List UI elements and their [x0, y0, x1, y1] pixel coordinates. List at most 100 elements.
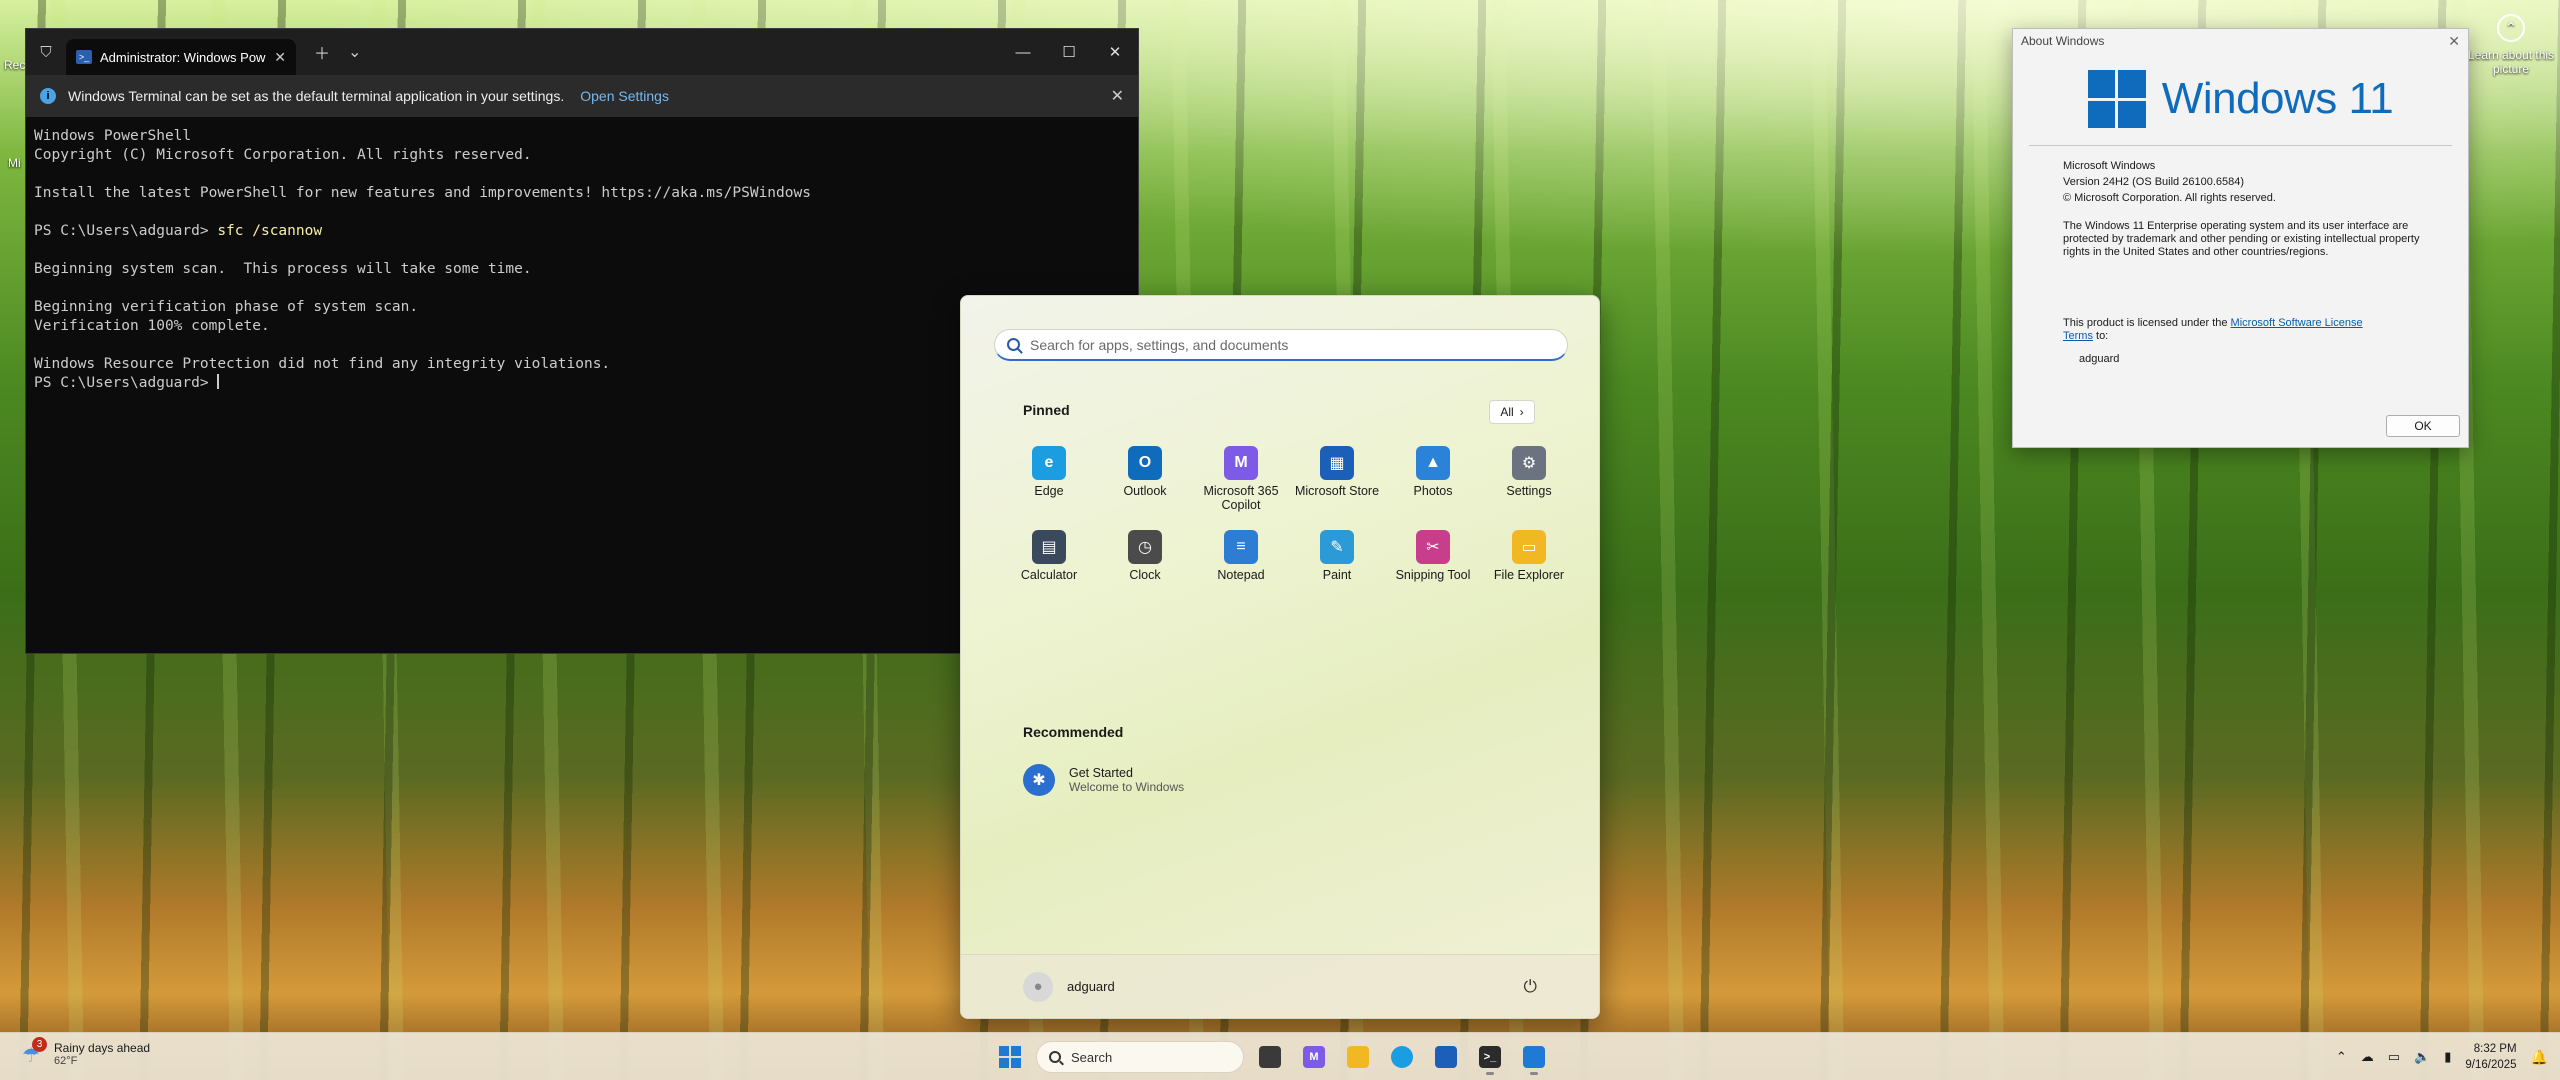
- info-icon: i: [40, 88, 56, 104]
- pinned-app-outlook[interactable]: O Outlook: [1097, 446, 1193, 518]
- taskbar-search-label: Search: [1071, 1049, 1113, 1065]
- search-icon: [1049, 1051, 1061, 1063]
- open-settings-link[interactable]: Open Settings: [580, 88, 669, 104]
- pinned-heading: Pinned: [1023, 402, 1070, 418]
- search-placeholder: Search for apps, settings, and documents: [1030, 336, 1289, 353]
- terminal-line: Copyright (C) Microsoft Corporation. All…: [34, 147, 532, 163]
- search-icon: [1007, 338, 1020, 351]
- maximize-button[interactable]: ☐: [1046, 29, 1092, 75]
- pinned-app-calculator[interactable]: ▤ Calculator: [1001, 530, 1097, 602]
- power-icon[interactable]: ⏻: [1524, 977, 1537, 997]
- taskbar-edge[interactable]: [1384, 1039, 1420, 1075]
- pinned-app-microsoft-store[interactable]: ▦ Microsoft Store: [1289, 446, 1385, 518]
- notification-bell-icon[interactable]: 🔔: [2531, 1049, 2548, 1066]
- about-titlebar[interactable]: About Windows ✕: [2013, 29, 2468, 53]
- pinned-app-snipping-tool[interactable]: ✂ Snipping Tool: [1385, 530, 1481, 602]
- notepad-icon: ≡: [1224, 530, 1258, 564]
- close-button[interactable]: ✕: [1092, 29, 1138, 75]
- rain-cloud-icon: ☂ 3: [22, 1037, 47, 1067]
- start-footer: ● adguard ⏻: [961, 954, 1599, 1018]
- version-text: Version 24H2 (OS Build 26100.6584): [2063, 176, 2245, 188]
- pinned-app-label: File Explorer: [1493, 568, 1565, 582]
- pinned-app-label: Photos: [1413, 484, 1453, 498]
- banner-text: Windows Terminal can be set as the defau…: [68, 88, 565, 104]
- minimize-button[interactable]: —: [1000, 29, 1046, 75]
- recommended-item-get-started[interactable]: ✱ Get Started Welcome to Windows: [1023, 764, 1184, 796]
- task-view-button[interactable]: [1252, 1039, 1288, 1075]
- terminal-icon: >_: [1479, 1046, 1501, 1068]
- task-view-icon: [1259, 1046, 1281, 1068]
- powershell-icon: >_: [76, 50, 92, 64]
- terminal-line: Install the latest PowerShell for new fe…: [34, 185, 811, 201]
- close-tab-icon[interactable]: ✕: [274, 49, 286, 66]
- outlook-icon: O: [1128, 446, 1162, 480]
- pinned-app-clock[interactable]: ◷ Clock: [1097, 530, 1193, 602]
- recommended-title: Get Started: [1069, 766, 1133, 780]
- windows-logo-text: Windows 11: [2161, 74, 2394, 123]
- pinned-app-label: Outlook: [1123, 484, 1167, 498]
- about-windows-dialog: About Windows ✕ Windows 11 Microsoft Win…: [2012, 28, 2469, 448]
- terminal-tab[interactable]: >_ Administrator: Windows PowerShell ✕: [66, 39, 296, 75]
- licensee-name: adguard: [2079, 353, 2120, 365]
- taskbar-search-box[interactable]: Search: [1036, 1041, 1244, 1073]
- pinned-app-photos[interactable]: ▲ Photos: [1385, 446, 1481, 518]
- recommended-subtitle: Welcome to Windows: [1069, 780, 1185, 794]
- user-name[interactable]: adguard: [1067, 979, 1115, 994]
- cloud-icon[interactable]: ☁: [2361, 1049, 2374, 1065]
- winver-icon: [1523, 1046, 1545, 1068]
- new-tab-button[interactable]: ＋: [314, 40, 330, 64]
- start-search-input[interactable]: Search for apps, settings, and documents: [994, 329, 1568, 361]
- weather-badge: 3: [32, 1037, 47, 1052]
- folder-icon: [1347, 1046, 1369, 1068]
- pinned-app-notepad[interactable]: ≡ Notepad: [1193, 530, 1289, 602]
- edge-icon: [1391, 1046, 1413, 1068]
- windows-logo-icon: [2087, 70, 2146, 128]
- taskbar-store[interactable]: [1428, 1039, 1464, 1075]
- chevron-down-icon[interactable]: ⌄: [348, 42, 361, 62]
- weather-widget[interactable]: ☂ 3 Rainy days ahead 62°F: [22, 1037, 150, 1067]
- file-explorer-icon: ▭: [1512, 530, 1546, 564]
- speaker-icon[interactable]: 🔈: [2414, 1049, 2430, 1065]
- pinned-app-file-explorer[interactable]: ▭ File Explorer: [1481, 530, 1577, 602]
- pinned-app-paint[interactable]: ✎ Paint: [1289, 530, 1385, 602]
- photos-icon: ▲: [1416, 446, 1450, 480]
- about-title: About Windows: [2021, 34, 2105, 48]
- taskbar-about-windows[interactable]: [1516, 1039, 1552, 1075]
- close-icon[interactable]: ✕: [2448, 33, 2460, 50]
- windows-start-icon: [999, 1046, 1021, 1068]
- store-icon: ▦: [1320, 446, 1354, 480]
- clock-time: 8:32 PM: [2473, 1043, 2517, 1055]
- taskbar-file-explorer[interactable]: [1340, 1039, 1376, 1075]
- battery-icon[interactable]: ▮: [2444, 1049, 2451, 1065]
- pinned-app-edge[interactable]: e Edge: [1001, 446, 1097, 518]
- network-icon[interactable]: ▭: [2388, 1049, 2400, 1065]
- taskbar-m365-copilot[interactable]: M: [1296, 1039, 1332, 1075]
- pinned-app-label: Settings: [1506, 484, 1552, 498]
- desktop-icon-recycle-bin[interactable]: Rec: [4, 58, 25, 72]
- terminal-titlebar[interactable]: ⛉ >_ Administrator: Windows PowerShell ✕…: [26, 29, 1138, 75]
- all-apps-label: All: [1500, 405, 1514, 419]
- terminal-line: Windows PowerShell: [34, 128, 192, 144]
- weather-temp: 62°F: [54, 1055, 78, 1067]
- pinned-app-settings[interactable]: ⚙ Settings: [1481, 446, 1577, 518]
- pinned-app-label: Paint: [1322, 568, 1352, 582]
- user-avatar-icon[interactable]: ●: [1023, 971, 1053, 1002]
- dismiss-banner-icon[interactable]: ✕: [1111, 86, 1124, 106]
- ok-button[interactable]: OK: [2386, 415, 2460, 437]
- taskbar-terminal[interactable]: >_: [1472, 1039, 1508, 1075]
- pinned-app-label: Clock: [1129, 568, 1161, 582]
- desktop-icon-microsoft-edge[interactable]: Mi: [8, 156, 21, 170]
- copyright-text: © Microsoft Corporation. All rights rese…: [2063, 192, 2276, 204]
- pinned-app-microsoft-365-copilot[interactable]: M Microsoft 365 Copilot: [1193, 446, 1289, 518]
- clock[interactable]: 8:32 PM 9/16/2025: [2465, 1041, 2516, 1073]
- prompt: PS C:\Users\adguard>: [34, 223, 218, 239]
- start-button[interactable]: [992, 1039, 1028, 1075]
- terminal-line: Beginning system scan. This process will…: [34, 261, 532, 277]
- all-apps-button[interactable]: All ›: [1489, 400, 1535, 424]
- learn-about-picture-button[interactable]: ⌃ Learn about this picture: [2466, 14, 2556, 76]
- default-terminal-banner: i Windows Terminal can be set as the def…: [26, 75, 1138, 117]
- pinned-app-label: Snipping Tool: [1395, 568, 1471, 582]
- license-text: This product is licensed under the Micro…: [2063, 317, 2383, 343]
- chevron-up-icon[interactable]: ⌃: [2336, 1049, 2347, 1065]
